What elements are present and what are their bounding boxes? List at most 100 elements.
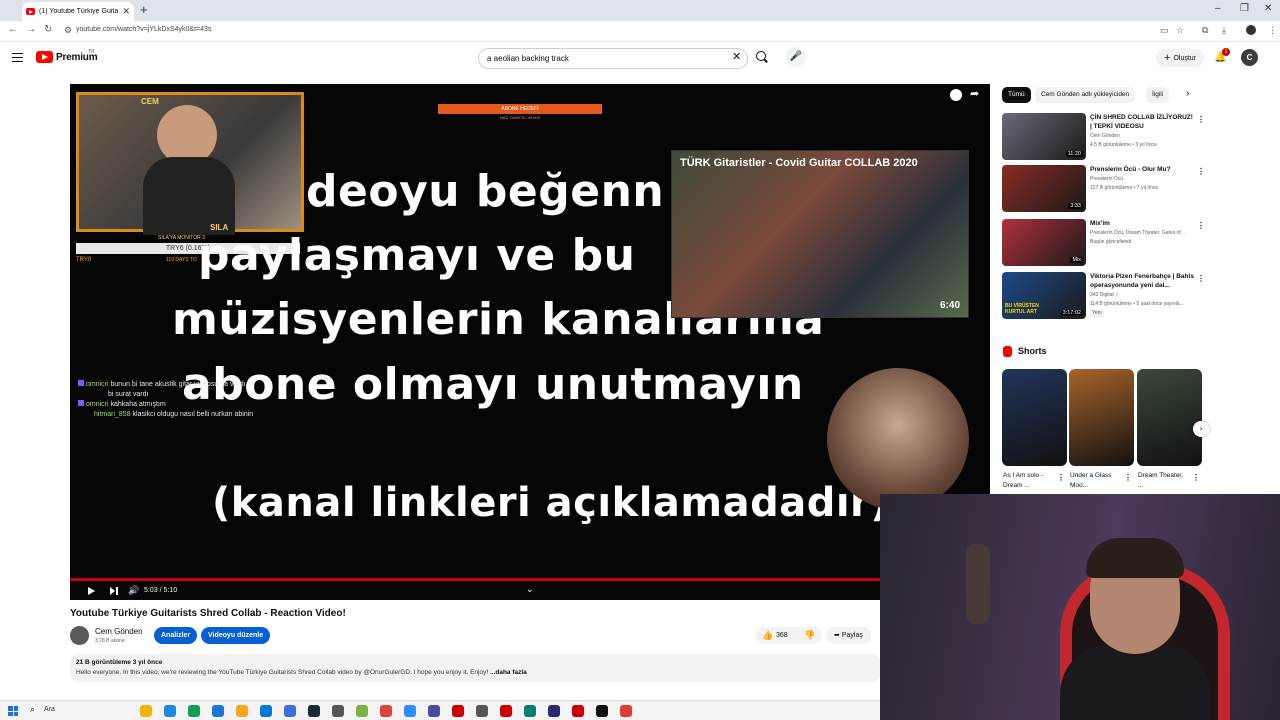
- more-options-icon[interactable]: ⋮: [1197, 167, 1205, 176]
- recommendation-channel[interactable]: Cem Gönden: [1090, 133, 1202, 140]
- microphone-icon[interactable]: 🎤: [786, 47, 806, 67]
- shorts-next-icon[interactable]: ›: [1193, 421, 1209, 437]
- hamburger-menu-icon[interactable]: [12, 53, 23, 62]
- short-thumbnail[interactable]: [1002, 369, 1067, 466]
- chips-next-icon[interactable]: ›: [1186, 88, 1189, 99]
- recommendation-channel[interactable]: Prenslerin Öcü: [1090, 176, 1202, 183]
- account-avatar[interactable]: C: [1241, 49, 1258, 66]
- recommendation-item[interactable]: BU VİRÜSTEN KURTUL ART 3:17:02 Viktoria Pl…: [1002, 272, 1205, 320]
- short-title[interactable]: As I Am solo - Dream ...: [1003, 471, 1053, 491]
- minimize-button[interactable]: –: [1215, 3, 1221, 14]
- channel-name[interactable]: Cem Gönden: [95, 627, 143, 636]
- maximize-button[interactable]: ❐: [1240, 3, 1249, 14]
- next-icon[interactable]: [110, 587, 118, 595]
- taskbar-app-icon[interactable]: [452, 705, 464, 717]
- play-icon[interactable]: [88, 587, 95, 595]
- more-options-icon[interactable]: ⋮: [1197, 274, 1205, 283]
- short-title[interactable]: Under a Glass Moo...: [1070, 471, 1120, 491]
- url-field[interactable]: youtube.com/watch?v=jYLkDxS4yk0&t=43s: [76, 26, 211, 33]
- taskbar-app-icon[interactable]: [500, 705, 512, 717]
- recommendation-channel[interactable]: Prenslerin Öcü, Dream Theater, Gates of …: [1090, 230, 1202, 237]
- browser-tab[interactable]: (1) Youtube Türkiye Guitarists S ✕: [22, 2, 134, 21]
- analytics-button[interactable]: Analizler: [154, 627, 198, 644]
- recommendation-title[interactable]: Mix'im: [1090, 219, 1194, 228]
- taskbar-app-icon[interactable]: [212, 705, 224, 717]
- channel-avatar[interactable]: [70, 626, 89, 645]
- browser-menu-icon[interactable]: ⋮: [1268, 25, 1277, 36]
- recommendation-thumbnail[interactable]: Mix: [1002, 219, 1086, 266]
- share-button[interactable]: ➦ Paylaş: [826, 627, 871, 644]
- taskbar-app-icon[interactable]: [620, 705, 632, 717]
- chip-from-uploader[interactable]: Cem Gönden adlı yükleyiciden: [1035, 87, 1136, 103]
- taskbar-app-icon[interactable]: [236, 705, 248, 717]
- close-window-button[interactable]: ✕: [1264, 3, 1272, 14]
- more-options-icon[interactable]: ⋮: [1124, 473, 1132, 482]
- taskbar-app-icon[interactable]: [572, 705, 584, 717]
- taskbar-app-icon[interactable]: [284, 705, 296, 717]
- recommendation-thumbnail[interactable]: 3:33: [1002, 165, 1086, 212]
- more-options-icon[interactable]: ⋮: [1192, 473, 1200, 482]
- reload-button[interactable]: ↻: [44, 24, 52, 35]
- taskbar-search-icon[interactable]: ⌕: [30, 704, 35, 715]
- back-button[interactable]: ←: [8, 24, 18, 35]
- taskbar-app-icon[interactable]: [164, 705, 176, 717]
- recommendation-item[interactable]: Mix Mix'im Prenslerin Öcü, Dream Theater, …: [1002, 219, 1205, 267]
- recommendation-item[interactable]: 11:20 ÇİN SHRED COLLAB İZLİYORUZ! | TEPKİ…: [1002, 113, 1205, 161]
- taskbar-search-label[interactable]: Ara: [44, 706, 55, 713]
- bookmark-star-icon[interactable]: ☆: [1176, 25, 1184, 36]
- end-screen-channel-circle[interactable]: [827, 368, 969, 510]
- taskbar-app-icon[interactable]: [260, 705, 272, 717]
- taskbar-app-icon[interactable]: [332, 705, 344, 717]
- watch-later-icon[interactable]: [950, 89, 962, 101]
- recommendation-channel[interactable]: 343 Digital ✓: [1090, 292, 1202, 299]
- taskbar-app-icon[interactable]: [428, 705, 440, 717]
- recommendation-item[interactable]: 3:33 Prenslerin Öcü - Olur Mu? Prenslerin …: [1002, 165, 1205, 213]
- windows-start-icon[interactable]: [8, 706, 18, 716]
- chip-related[interactable]: İlgili: [1146, 87, 1170, 103]
- recommendation-title[interactable]: Viktoria Plzen Fenerbahçe | Bahis operas…: [1090, 272, 1194, 290]
- share-icon[interactable]: ➦: [970, 87, 979, 100]
- taskbar-app-icon[interactable]: [140, 705, 152, 717]
- search-icon[interactable]: [756, 51, 766, 61]
- volume-icon[interactable]: 🔊: [128, 585, 139, 596]
- taskbar-app-icon[interactable]: [356, 705, 368, 717]
- short-title[interactable]: Dream Theater, ...: [1138, 471, 1188, 491]
- like-icon[interactable]: 👍: [762, 627, 773, 644]
- progress-bar[interactable]: [70, 578, 990, 581]
- show-more-link[interactable]: ...daha fazla: [490, 669, 527, 676]
- recommendation-thumbnail[interactable]: 11:20: [1002, 113, 1086, 160]
- chevron-down-icon[interactable]: ⌄: [526, 584, 534, 595]
- more-options-icon[interactable]: ⋮: [1057, 473, 1065, 482]
- extensions-icon[interactable]: ⧉: [1202, 25, 1208, 36]
- new-tab-button[interactable]: +: [140, 2, 148, 17]
- site-info-icon[interactable]: ⚙: [64, 25, 72, 36]
- taskbar-app-icon[interactable]: [524, 705, 536, 717]
- taskbar-app-icon[interactable]: [380, 705, 392, 717]
- dislike-icon[interactable]: 👎: [804, 627, 815, 644]
- profile-icon[interactable]: [1246, 25, 1256, 35]
- downloads-icon[interactable]: ⤓: [1222, 25, 1226, 36]
- taskbar-app-icon[interactable]: [308, 705, 320, 717]
- end-screen-video-card[interactable]: TÜRK Gitaristler - Covid Guitar COLLAB 2…: [671, 150, 969, 318]
- taskbar-app-icon[interactable]: [596, 705, 608, 717]
- recommendation-title[interactable]: Prenslerin Öcü - Olur Mu?: [1090, 165, 1194, 174]
- cast-icon[interactable]: ▭: [1160, 25, 1169, 36]
- edit-video-button[interactable]: Videoyu düzenle: [201, 627, 271, 644]
- recommendation-title[interactable]: ÇİN SHRED COLLAB İZLİYORUZ! | TEPKİ VIDE…: [1090, 113, 1194, 131]
- short-thumbnail[interactable]: [1069, 369, 1134, 466]
- short-thumbnail[interactable]: [1137, 369, 1202, 466]
- taskbar-app-icon[interactable]: [404, 705, 416, 717]
- taskbar-app-icon[interactable]: [548, 705, 560, 717]
- chip-all[interactable]: Tümü: [1002, 87, 1031, 103]
- description-box[interactable]: 21 B görüntüleme 3 yıl önce Hello everyo…: [70, 654, 880, 682]
- create-button[interactable]: + Oluştur: [1156, 49, 1204, 67]
- taskbar-app-icon[interactable]: [188, 705, 200, 717]
- forward-button[interactable]: →: [26, 24, 36, 35]
- video-player[interactable]: CEM SILA SILA'YA MONITOR 3 TRY6 (0.16%) …: [70, 84, 990, 600]
- tab-close-icon[interactable]: ✕: [122, 6, 134, 17]
- search-clear-icon[interactable]: ✕: [732, 50, 741, 63]
- more-options-icon[interactable]: ⋮: [1197, 221, 1205, 230]
- search-input[interactable]: a aeolian backing track: [478, 48, 748, 69]
- more-options-icon[interactable]: ⋮: [1197, 115, 1205, 124]
- taskbar-app-icon[interactable]: [476, 705, 488, 717]
